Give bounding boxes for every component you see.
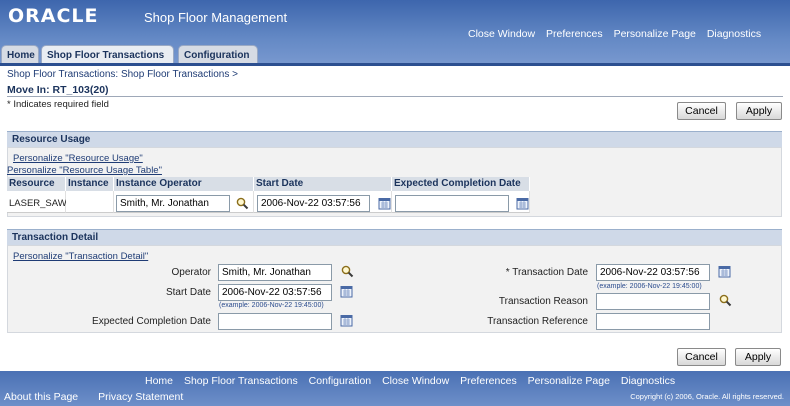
tab-configuration[interactable]: Configuration — [178, 45, 258, 64]
start-date-hint: (example: 2006-Nov-22 19:45:00) — [219, 302, 324, 309]
calendar-icon[interactable] — [340, 285, 353, 298]
cancel-button-top[interactable]: Cancel — [677, 102, 726, 120]
calendar-icon[interactable] — [516, 197, 529, 210]
footer-secondary-links: About this Page Privacy Statement — [4, 391, 191, 403]
tab-bar-rule — [0, 63, 790, 66]
col-instance: Instance — [66, 177, 114, 191]
footer-link-preferences[interactable]: Preferences — [460, 375, 517, 387]
search-icon[interactable] — [719, 294, 732, 307]
global-links: Close Window Preferences Personalize Pag… — [460, 28, 761, 40]
operator-label: Operator — [171, 267, 211, 278]
transaction-date-label: * Transaction Date — [505, 267, 588, 278]
resource-usage-header: Resource Usage — [7, 131, 782, 147]
required-field-note: * Indicates required field — [7, 99, 109, 110]
calendar-icon[interactable] — [378, 197, 391, 210]
footer-link-personalize-page[interactable]: Personalize Page — [528, 375, 610, 387]
apply-button-bottom[interactable]: Apply — [735, 348, 781, 366]
breadcrumb[interactable]: Shop Floor Transactions: Shop Floor Tran… — [7, 69, 238, 80]
footer-link-home[interactable]: Home — [145, 375, 173, 387]
transaction-date-input[interactable]: 2006-Nov-22 03:57:56 — [596, 264, 710, 281]
footer-link-diagnostics[interactable]: Diagnostics — [621, 375, 675, 387]
calendar-icon[interactable] — [718, 265, 731, 278]
expected-completion-field[interactable] — [218, 313, 332, 330]
oracle-logo: ORACLE — [8, 5, 99, 27]
preferences-link[interactable]: Preferences — [546, 28, 603, 40]
instance-operator-input[interactable]: Smith, Mr. Jonathan — [116, 195, 230, 212]
apply-button-top[interactable]: Apply — [736, 102, 782, 120]
personalize-page-link[interactable]: Personalize Page — [614, 28, 696, 40]
title-divider — [7, 96, 783, 97]
expected-completion-input[interactable] — [395, 195, 509, 212]
personalize-transaction-detail-link[interactable]: Personalize "Transaction Detail" — [13, 251, 148, 262]
cell-resource: LASER_SAW — [9, 198, 67, 209]
start-date-label: Start Date — [165, 287, 211, 298]
personalize-resource-usage-link[interactable]: Personalize "Resource Usage" — [13, 153, 143, 164]
privacy-statement-link[interactable]: Privacy Statement — [98, 391, 183, 403]
transaction-reason-input[interactable] — [596, 293, 710, 310]
footer-link-close-window[interactable]: Close Window — [382, 375, 449, 387]
diagnostics-link[interactable]: Diagnostics — [707, 28, 761, 40]
page-title: Move In: RT_103(20) — [7, 84, 109, 96]
cell-instance — [66, 191, 114, 213]
tab-shop-floor-transactions[interactable]: Shop Floor Transactions — [41, 45, 174, 64]
transaction-detail-header: Transaction Detail — [7, 229, 782, 245]
app-name: Shop Floor Management — [144, 10, 288, 25]
personalize-resource-usage-table-link[interactable]: Personalize "Resource Usage Table" — [7, 165, 162, 176]
start-date-input[interactable]: 2006-Nov-22 03:57:56 — [257, 195, 370, 212]
close-window-link[interactable]: Close Window — [468, 28, 535, 40]
transaction-reference-label: Transaction Reference — [487, 316, 588, 327]
search-icon[interactable] — [236, 197, 249, 210]
transaction-reason-label: Transaction Reason — [498, 296, 588, 307]
footer-link-configuration[interactable]: Configuration — [309, 375, 371, 387]
expected-completion-label: Expected Completion Date — [92, 316, 211, 327]
calendar-icon[interactable] — [340, 314, 353, 327]
col-resource: Resource — [7, 177, 66, 191]
tab-home[interactable]: Home — [1, 45, 39, 64]
footer-links: Home Shop Floor Transactions Configurati… — [145, 375, 683, 387]
col-instance-operator: Instance Operator — [114, 177, 254, 191]
operator-input[interactable]: Smith, Mr. Jonathan — [218, 264, 332, 281]
copyright: Copyright (c) 2006, Oracle. All rights r… — [630, 392, 784, 401]
about-this-page-link[interactable]: About this Page — [4, 391, 78, 403]
footer-link-shop-floor-transactions[interactable]: Shop Floor Transactions — [184, 375, 298, 387]
cancel-button-bottom[interactable]: Cancel — [677, 348, 726, 366]
transaction-reference-input[interactable] — [596, 313, 710, 330]
search-icon[interactable] — [341, 265, 354, 278]
col-expected-completion-date: Expected Completion Date — [392, 177, 530, 191]
start-date-field[interactable]: 2006-Nov-22 03:57:56 — [218, 284, 332, 301]
transaction-date-hint: (example: 2006-Nov-22 19:45:00) — [597, 283, 702, 290]
col-start-date: Start Date — [254, 177, 392, 191]
